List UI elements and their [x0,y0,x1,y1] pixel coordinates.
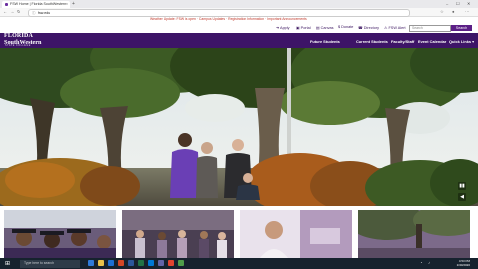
close-window-button[interactable]: ✕ [467,1,470,6]
fsw-logo[interactable]: FLORIDA SouthWestern STATE COLLEGE [4,33,50,48]
gallery-card-student[interactable] [240,210,352,258]
nav-current-students[interactable]: Current Students [356,39,388,44]
taskbar-search-input[interactable]: Type here to search [20,259,80,268]
tab-close-icon[interactable]: × [66,2,68,6]
donate-link[interactable]: $ Donate [338,25,353,29]
taskbar-search-placeholder: Type here to search [24,261,54,265]
photo-gallery [0,206,478,258]
info-icon[interactable]: ⓘ [32,11,36,16]
task-view-icon[interactable] [88,260,94,266]
favicon-icon [5,3,8,6]
address-text: fsw.edu [38,10,51,15]
alert-text[interactable]: Weather Update: FSW is open · Campus Upd… [150,17,307,21]
address-bar[interactable]: ⓘ fsw.edu [28,9,410,17]
portal-link[interactable]: ▣ Portal [296,25,311,30]
teams-icon[interactable] [158,260,164,266]
file-explorer-icon[interactable] [98,260,104,266]
fsw-alert-link[interactable]: ⚠ FSW Alert [384,25,406,30]
hero-image: ▮▮ ◀ [0,48,478,206]
search-button[interactable]: Search [451,24,472,31]
utility-bar: ➜ Apply ▣ Portal ▤ Canvas $ Donate ☎ Dir… [0,23,478,32]
back-icon[interactable]: ← [3,9,7,14]
new-tab-button[interactable]: + [72,1,75,7]
windows-taskbar: ⊞ Type here to search ◔ ♪ 4:53 PM 1/30/2… [0,258,478,269]
minimize-button[interactable]: – [446,1,448,6]
tab-title: FSW Home | Florida SouthWestern [10,2,67,6]
directory-link[interactable]: ☎ Directory [358,25,379,30]
network-icon[interactable]: ◔ [420,260,422,265]
canvas-link[interactable]: ▤ Canvas [316,25,334,30]
app-icon-2[interactable] [178,260,184,266]
main-navigation: FLORIDA SouthWestern STATE COLLEGE Futur… [0,33,478,48]
campus-thumbnail [358,210,470,258]
browser-toolbar: ← → ↻ ⓘ fsw.edu ☆ ● ⋯ [0,8,478,17]
forward-icon[interactable]: → [10,9,14,14]
maximize-button[interactable]: ☐ [456,1,460,6]
browser-tab[interactable]: FSW Home | Florida SouthWestern × [2,1,70,8]
gallery-card-campus[interactable] [358,210,470,258]
student-photo [240,210,352,258]
windows-start-icon[interactable]: ⊞ [5,260,10,267]
profile-icon[interactable]: ● [452,9,455,14]
app-icon[interactable] [168,260,174,266]
campus-photo [0,48,478,206]
nav-quick-links[interactable]: Quick Links ▾ [449,39,474,44]
browser-tab-strip: FSW Home | Florida SouthWestern × + – ☐ … [0,0,478,8]
students-photo [122,210,234,258]
gallery-card-graduates[interactable] [4,210,116,258]
graduates-photo [4,210,116,258]
nav-future-students[interactable]: Future Students [310,39,340,44]
chevron-down-icon: ▾ [471,39,475,44]
favorites-icon[interactable]: ☆ [440,9,444,14]
pause-slideshow-button[interactable]: ▮▮ [458,182,466,190]
previous-slide-button[interactable]: ◀ [458,193,466,201]
refresh-icon[interactable]: ↻ [17,9,21,14]
alert-banner: Weather Update: FSW is open · Campus Upd… [0,17,478,22]
search-placeholder: Search [412,26,423,30]
edge-browser-icon[interactable] [108,260,114,266]
excel-icon[interactable] [138,260,144,266]
system-clock[interactable]: 4:53 PM 1/30/2020 [438,259,470,267]
menu-icon[interactable]: ⋯ [465,9,469,14]
volume-icon[interactable]: ♪ [428,260,430,265]
nav-event-calendar[interactable]: Event Calendar [418,39,446,44]
word-icon[interactable] [128,260,134,266]
apply-link[interactable]: ➜ Apply [276,25,290,30]
site-search-input[interactable]: Search [409,24,451,32]
gallery-card-group[interactable] [122,210,234,258]
outlook-icon[interactable] [148,260,154,266]
nav-faculty-staff[interactable]: Faculty/Staff [391,39,414,44]
powerpoint-icon[interactable] [118,260,124,266]
